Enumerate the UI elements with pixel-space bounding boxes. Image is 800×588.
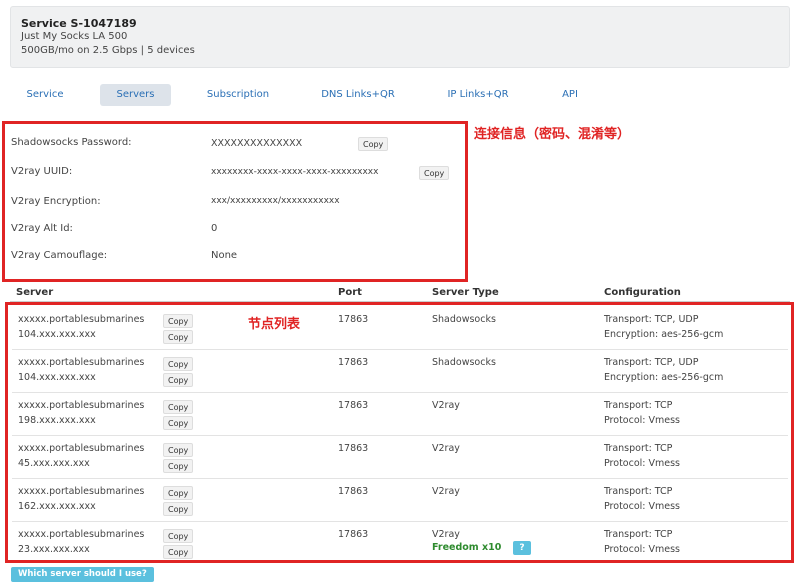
service-title: Service S-1047189: [21, 17, 137, 30]
header-server: Server: [16, 287, 54, 298]
servers-highlight-box: [5, 302, 794, 563]
tab-dns-links-qr[interactable]: DNS Links+QR: [315, 84, 401, 106]
servers-annotation: 节点列表: [248, 317, 301, 332]
tab-ip-links-qr[interactable]: IP Links+QR: [440, 84, 516, 106]
credentials-annotation: 连接信息（密码、混淆等）: [474, 127, 631, 142]
header-port: Port: [338, 287, 362, 298]
header-server-type: Server Type: [432, 287, 499, 298]
service-details: 500GB/mo on 2.5 Gbps | 5 devices: [21, 45, 195, 56]
tab-servers[interactable]: Servers: [100, 84, 171, 106]
tab-service[interactable]: Service: [18, 84, 72, 106]
tab-api[interactable]: API: [552, 84, 588, 106]
header-configuration: Configuration: [604, 287, 681, 298]
which-server-button[interactable]: Which server should I use?: [11, 567, 154, 582]
service-plan: Just My Socks LA 500: [21, 31, 128, 42]
credentials-highlight-box: [2, 121, 468, 282]
tab-subscription[interactable]: Subscription: [200, 84, 276, 106]
